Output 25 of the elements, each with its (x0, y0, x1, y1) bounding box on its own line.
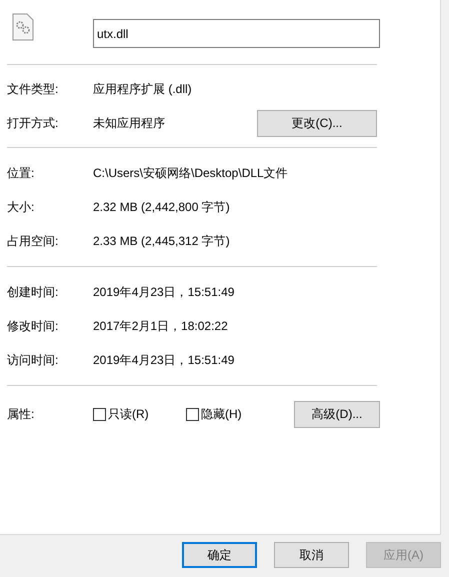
field-label: 修改时间: (7, 318, 60, 335)
change-button[interactable]: 更改(C)... (257, 110, 377, 136)
field-label: 创建时间: (7, 284, 60, 301)
field-value: 2.32 MB (2,442,800 字节) (93, 199, 230, 216)
file-name-field[interactable]: utx.dll (93, 19, 380, 48)
field-label: 占用空间: (7, 233, 60, 250)
checkbox[interactable]: 只读(R) (93, 405, 186, 423)
field-value: 未知应用程序 (93, 115, 165, 132)
field-value: 2017年2月1日，18:02:22 (93, 318, 228, 335)
file-gear-icon (12, 13, 34, 41)
dialog-button[interactable]: 确定 (182, 542, 257, 568)
field-label: 访问时间: (7, 352, 60, 369)
field-value: 2019年4月23日，15:51:49 (93, 284, 234, 301)
field-value: C:\Users\安硕网络\Desktop\DLL文件 (93, 165, 288, 182)
field-value: 应用程序扩展 (.dll) (93, 81, 192, 98)
field-label: 文件类型: (7, 81, 60, 98)
checkbox[interactable]: 隐藏(H) (186, 405, 279, 423)
field-label: 位置: (7, 165, 36, 182)
field-label: 打开方式: (7, 115, 60, 132)
dialog-button[interactable]: 取消 (274, 542, 349, 568)
field-value: 2.33 MB (2,445,312 字节) (93, 233, 230, 250)
field-label: 大小: (7, 199, 36, 216)
field-label: 属性: (7, 406, 36, 423)
advanced-button[interactable]: 高级(D)... (294, 400, 380, 428)
field-value: 2019年4月23日，15:51:49 (93, 352, 234, 369)
